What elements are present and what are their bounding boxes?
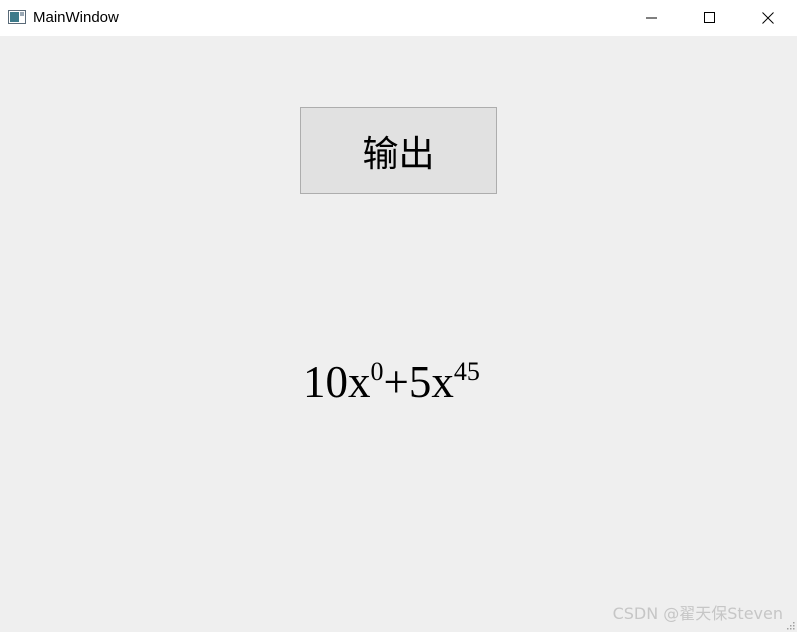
term2-coefficient: 5x (408, 357, 454, 407)
term1-exponent: 0 (370, 357, 384, 386)
minimize-button[interactable] (623, 0, 681, 36)
window-title: MainWindow (33, 9, 119, 26)
title-bar[interactable]: MainWindow (0, 0, 797, 36)
minimize-icon (646, 17, 657, 19)
client-area: 输出 10x0+5x45 CSDN @翟天保Steven (0, 36, 797, 632)
output-button[interactable]: 输出 (300, 107, 497, 194)
plus-sign: + (383, 357, 409, 407)
term1-coefficient: 10x (303, 357, 371, 407)
term2-exponent: 45 (453, 357, 480, 386)
main-window: MainWindow 输出 10x0+5x45 CSDN @翟天保Steven (0, 0, 797, 632)
app-window-icon (8, 10, 26, 24)
polynomial-label: 10x0+5x45 (303, 354, 480, 410)
close-button[interactable] (739, 0, 797, 36)
size-grip-icon[interactable] (787, 622, 795, 630)
close-icon (762, 12, 774, 24)
maximize-icon (704, 12, 715, 23)
maximize-button[interactable] (681, 0, 739, 36)
watermark-text: CSDN @翟天保Steven (612, 604, 783, 623)
